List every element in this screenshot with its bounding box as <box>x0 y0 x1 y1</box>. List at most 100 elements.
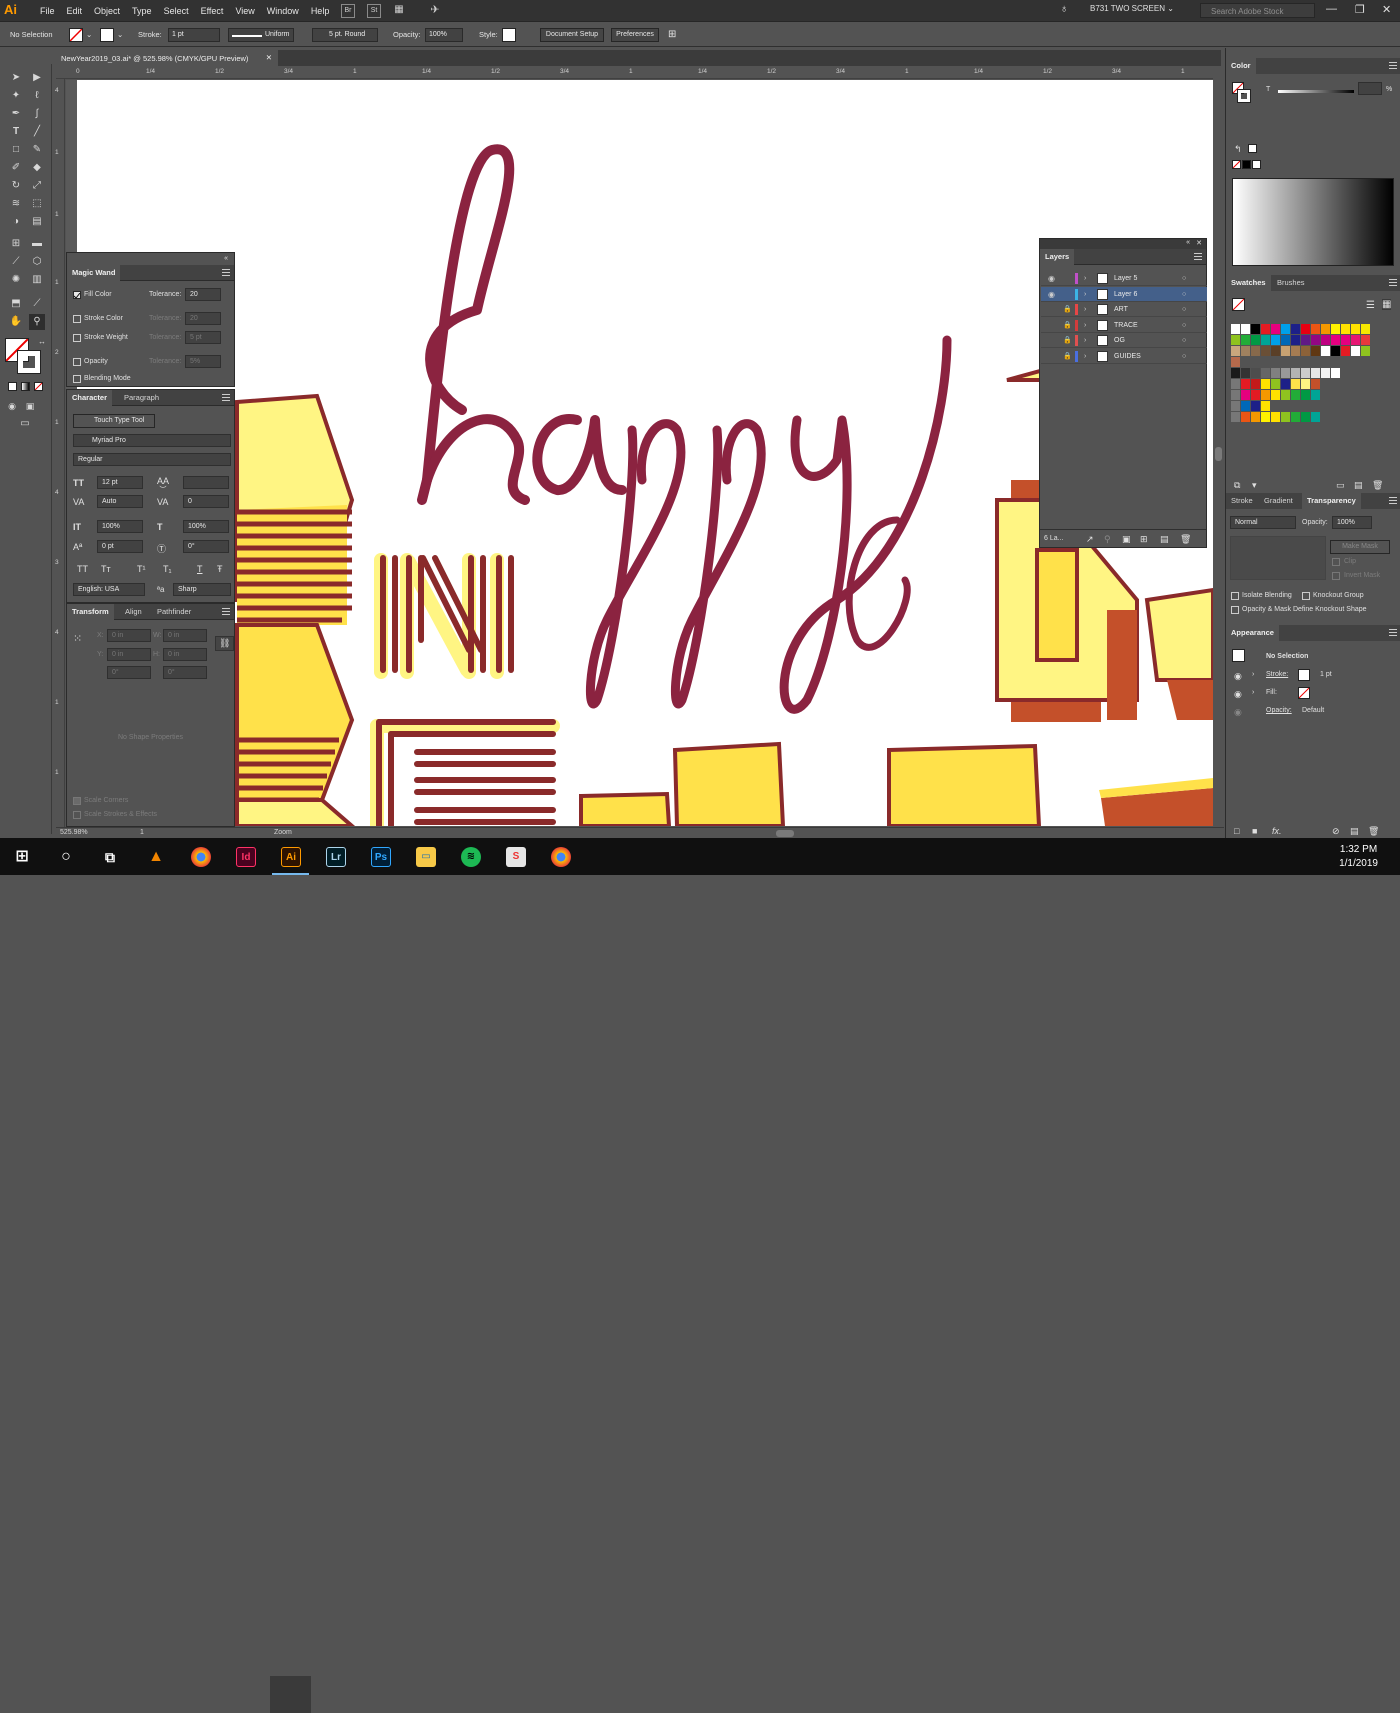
superscript-icon[interactable]: T¹ <box>137 564 146 574</box>
stroke-color-box[interactable] <box>17 350 41 374</box>
fill-dropdown-icon[interactable]: ⌄ <box>86 28 92 42</box>
kerning-input[interactable]: Auto <box>97 495 143 508</box>
layer-expand-icon[interactable]: › <box>1084 271 1086 286</box>
opacity-field[interactable]: 100% <box>425 28 463 42</box>
collapse-icon[interactable]: « <box>1186 239 1190 246</box>
tab-transparency[interactable]: Transparency <box>1302 493 1361 509</box>
arrange-documents-icon[interactable]: ▦ <box>392 4 406 18</box>
swatch-row[interactable] <box>1231 368 1341 378</box>
layer-name[interactable]: Layer 6 <box>1114 287 1137 302</box>
type-tool-icon[interactable]: T <box>8 124 24 140</box>
curvature-tool-icon[interactable]: ∫ <box>29 106 45 122</box>
menu-type[interactable]: Type <box>126 0 158 22</box>
color-stroke-swatch[interactable] <box>1237 89 1251 103</box>
tint-slider[interactable] <box>1278 90 1354 93</box>
layer-expand-icon[interactable]: › <box>1084 349 1086 364</box>
layer-row[interactable]: 🔒 › OG ○ <box>1041 333 1207 348</box>
layer-row[interactable]: ◉ › Layer 6 ○ <box>1041 286 1207 302</box>
layer-expand-icon[interactable]: › <box>1084 287 1086 302</box>
preferences-button[interactable]: Preferences <box>611 28 659 42</box>
thumbnail-view-icon[interactable]: ▦ <box>1382 299 1392 310</box>
layer-name[interactable]: OG <box>1114 333 1125 348</box>
delete-swatch-icon[interactable]: 🗑 <box>1372 480 1383 491</box>
layer-row[interactable]: 🔒 › ART ○ <box>1041 302 1207 317</box>
direct-selection-tool-icon[interactable]: ▶ <box>29 70 45 86</box>
black-chip[interactable] <box>1242 160 1251 169</box>
appearance-stroke-value[interactable]: 1 pt <box>1320 671 1332 678</box>
tracking-input[interactable]: 0 <box>183 495 229 508</box>
tab-appearance[interactable]: Appearance <box>1226 625 1279 641</box>
small-caps-icon[interactable]: Tт <box>101 564 111 574</box>
layer-expand-icon[interactable]: › <box>1084 318 1086 333</box>
delete-item-icon[interactable]: 🗑 <box>1368 826 1379 837</box>
strikethrough-icon[interactable]: Ŧ <box>217 564 223 574</box>
layer-target-icon[interactable]: ○ <box>1182 271 1186 286</box>
angle-input[interactable]: 0° <box>107 666 151 679</box>
swatch-row[interactable] <box>1231 379 1321 389</box>
paintbrush-tool-icon[interactable]: ✎ <box>29 142 45 158</box>
stock-search-input[interactable]: Search Adobe Stock <box>1200 3 1315 18</box>
horizontal-scroll-thumb[interactable] <box>776 830 794 837</box>
panel-menu-icon[interactable] <box>222 269 230 276</box>
magic-wand-tab[interactable]: Magic Wand <box>67 265 121 281</box>
underline-icon[interactable]: T <box>197 564 203 574</box>
close-icon[interactable]: ✕ <box>1382 3 1391 16</box>
style-swatch[interactable] <box>502 28 516 42</box>
character-rotation-input[interactable]: 0° <box>183 540 229 553</box>
layer-target-icon[interactable]: ○ <box>1182 349 1186 364</box>
layer-name[interactable]: TRACE <box>1114 318 1138 333</box>
task-view-icon[interactable]: ⧉ <box>100 847 120 867</box>
swatch-row[interactable] <box>1231 335 1371 345</box>
tab-gradient[interactable]: Gradient <box>1259 493 1298 509</box>
layer-lock-icon[interactable]: 🔒 <box>1063 349 1072 364</box>
layer-target-icon[interactable]: ○ <box>1182 287 1186 302</box>
subscript-icon[interactable]: T₁ <box>163 564 172 574</box>
scale-corners-checkbox[interactable] <box>73 797 81 805</box>
swatch-row[interactable] <box>1231 412 1321 422</box>
stroke-color-checkbox[interactable] <box>73 315 81 323</box>
swatch-row[interactable] <box>1231 390 1321 400</box>
symbol-sprayer-tool-icon[interactable]: ✺ <box>8 272 24 288</box>
brush-definition[interactable]: 5 pt. Round <box>312 28 378 42</box>
fill-visibility-icon[interactable]: ◉ <box>1234 689 1242 700</box>
export-icon[interactable]: ↗ <box>1086 534 1094 545</box>
add-fill-icon[interactable]: ■ <box>1252 826 1257 836</box>
layers-tab[interactable]: Layers <box>1040 249 1075 265</box>
locate-object-icon[interactable]: ⚲ <box>1104 534 1111 545</box>
tint-input[interactable] <box>1358 82 1382 95</box>
scroll-thumb[interactable] <box>1215 447 1222 461</box>
menu-help[interactable]: Help <box>305 0 336 22</box>
panel-menu-icon[interactable] <box>1389 629 1397 636</box>
shear-input[interactable]: 0° <box>163 666 207 679</box>
hand-tool-icon[interactable]: ✋ <box>8 314 24 330</box>
bulb-icon[interactable]: ♁ <box>1060 3 1068 15</box>
leading-input[interactable] <box>183 476 229 489</box>
document-setup-button[interactable]: Document Setup <box>540 28 604 42</box>
column-graph-tool-icon[interactable]: ▥ <box>29 272 45 288</box>
tab-align[interactable]: Align <box>120 604 147 620</box>
tab-character[interactable]: Character <box>67 390 113 406</box>
blend-tool-icon[interactable]: ⬡ <box>29 254 45 270</box>
new-color-group-icon[interactable]: ▭ <box>1336 480 1345 491</box>
white-chip-2[interactable] <box>1252 160 1261 169</box>
fill-color-checkbox[interactable] <box>73 291 81 299</box>
clipping-mask-icon[interactable]: ▣ <box>1122 534 1131 545</box>
font-family-dropdown[interactable]: Myriad Pro <box>73 434 231 447</box>
isolate-blending-checkbox[interactable] <box>1231 592 1239 600</box>
menu-select[interactable]: Select <box>158 0 195 22</box>
layer-name[interactable]: GUIDES <box>1114 349 1141 364</box>
eraser-tool-icon[interactable]: ◆ <box>29 160 45 176</box>
layer-name[interactable]: Layer 5 <box>1114 271 1137 286</box>
reference-point-icon[interactable]: ⁙ <box>73 632 82 645</box>
shaper-tool-icon[interactable]: ✐ <box>8 160 24 176</box>
stroke-weight-field[interactable]: 1 pt <box>168 28 220 42</box>
language-dropdown[interactable]: English: USA <box>73 583 145 596</box>
tab-transform[interactable]: Transform <box>67 604 114 620</box>
windows-start-icon[interactable]: ⊞ <box>12 847 32 867</box>
horizontal-scale-input[interactable]: 100% <box>183 520 229 533</box>
swap-colors-icon[interactable]: ↔ <box>34 334 50 350</box>
add-stroke-icon[interactable]: □ <box>1234 826 1239 836</box>
layer-row[interactable]: 🔒 › GUIDES ○ <box>1041 349 1207 364</box>
fill-attr-label[interactable]: Fill: <box>1266 689 1277 696</box>
illustrator-icon[interactable]: Ai <box>281 847 301 867</box>
